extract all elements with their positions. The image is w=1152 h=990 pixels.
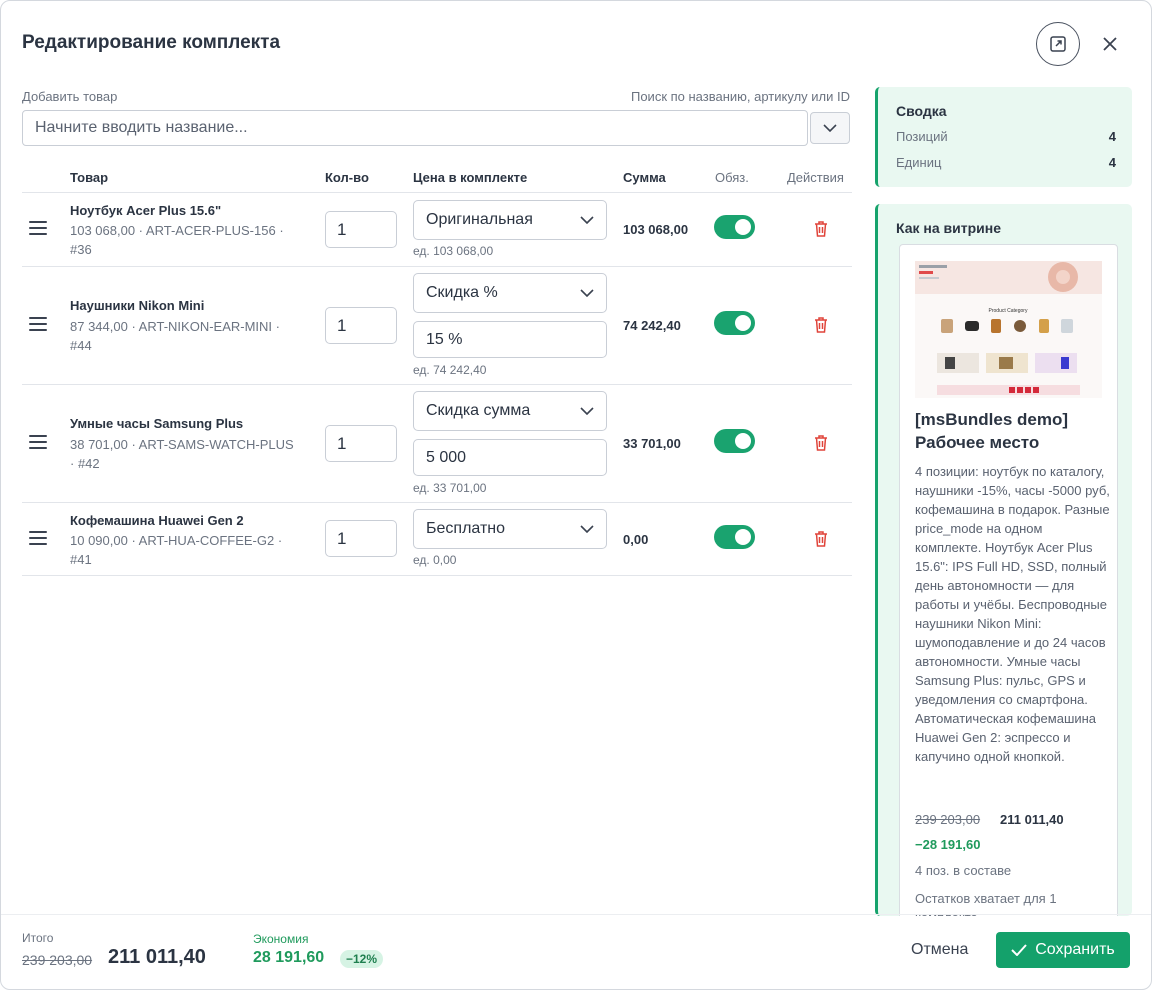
row-sum: 0,00 [623,532,649,547]
close-icon [1103,37,1117,51]
drag-handle-icon[interactable] [29,221,47,235]
product-name: Кофемашина Huawei Gen 2 [70,513,244,528]
close-button[interactable] [1098,32,1122,56]
savings-value: 28 191,60 [253,949,325,966]
total-old-price: 239 203,00 [22,952,93,968]
product-meta: 103 068,00 · ART-ACER-PLUS-156 · #36 [70,223,284,257]
cancel-button[interactable]: Отмена [902,933,977,967]
expand-button[interactable] [1036,22,1080,66]
price-mode-value: Оригинальная [426,211,533,228]
trash-icon[interactable] [813,530,829,548]
col-header-sum: Сумма [623,170,666,185]
quantity-input[interactable]: 1 [325,307,397,344]
required-toggle[interactable] [714,525,755,549]
chevron-down-icon [580,289,594,297]
positions-label: Позиций [896,129,948,144]
required-toggle[interactable] [714,311,755,335]
price-mode-select[interactable]: Бесплатно [413,509,607,549]
preview-new-price: 211 011,40 [1000,812,1064,827]
chevron-down-icon [823,124,837,132]
save-button[interactable]: Сохранить [996,932,1130,968]
quantity-input[interactable]: 1 [325,211,397,248]
product-meta: 38 701,00 · ART-SAMS-WATCH-PLUS · #42 [70,437,294,471]
discount-amount-input[interactable]: 5 000 [413,439,607,476]
preview-product-title: [msBundles demo] Рабочее место [915,410,1069,452]
search-hint: Поиск по названию, артикулу или ID [630,89,850,104]
summary-title: Сводка [896,103,947,119]
preview-description: 4 позиции: ноутбук по каталогу, наушники… [915,464,1110,764]
chevron-down-icon [580,216,594,224]
check-icon [1011,944,1027,956]
col-header-actions: Действия [787,170,844,185]
product-meta: 87 344,00 · ART-NIKON-EAR-MINI · #44 [70,319,280,353]
col-header-price: Цена в комплекте [413,170,528,185]
total-label: Итого [22,931,54,945]
product-name: Ноутбук Acer Plus 15.6" [70,203,222,218]
trash-icon[interactable] [813,220,829,238]
price-mode-value: Скидка сумма [426,402,531,419]
thumbnail-image: Product Category [915,261,1102,395]
savings-label: Экономия [253,932,309,946]
savings-badge: −12% [340,950,384,968]
storefront-preview: Как на витрине Product Category [msBundl… [875,204,1132,916]
chevron-down-icon [580,407,594,415]
search-dropdown-button[interactable] [810,112,850,144]
summary-card: Сводка Позиций 4 Единиц 4 [875,87,1132,187]
positions-value: 4 [1108,129,1116,144]
quantity-input[interactable]: 1 [325,520,397,557]
table-row: Наушники Nikon Mini 87 344,00 · ART-NIKO… [22,267,852,384]
modal-title: Редактирование комплекта [22,32,281,53]
price-mode-select[interactable]: Скидка сумма [413,391,607,431]
table-row: Кофемашина Huawei Gen 2 10 090,00 · ART-… [22,503,852,575]
row-sum: 74 242,40 [623,318,681,333]
edit-bundle-modal: Редактирование комплекта Добавить товар … [0,0,1152,990]
col-header-qty: Кол-во [325,170,369,185]
drag-handle-icon[interactable] [29,531,47,545]
preview-old-price: 239 203,00 [915,812,981,827]
unit-price: ед. 74 242,40 [413,363,487,377]
unit-price: ед. 103 068,00 [413,244,494,258]
quantity-input[interactable]: 1 [325,425,397,462]
units-label: Единиц [896,155,942,170]
save-button-label: Сохранить [1035,941,1115,958]
trash-icon[interactable] [813,316,829,334]
price-mode-select[interactable]: Оригинальная [413,200,607,240]
row-sum: 103 068,00 [623,222,689,237]
discount-percent-input[interactable]: 15 % [413,321,607,358]
product-name: Наушники Nikon Mini [70,298,205,313]
price-mode-value: Бесплатно [426,520,506,537]
price-mode-select[interactable]: Скидка % [413,273,607,313]
required-toggle[interactable] [714,215,755,239]
row-sum: 33 701,00 [623,436,681,451]
col-header-product: Товар [70,170,109,185]
required-toggle[interactable] [714,429,755,453]
preview-savings: −28 191,60 [915,837,981,852]
thumb-heading: Product Category [989,308,1028,314]
expand-icon [1050,36,1066,52]
product-search-input[interactable] [22,110,808,146]
footer-divider [1,914,1151,915]
preview-count: 4 поз. в составе [915,863,1012,878]
add-product-label: Добавить товар [22,89,118,104]
preview-title: Как на витрине [896,220,1001,236]
product-thumbnail: Product Category [915,261,1102,398]
chevron-down-icon [580,525,594,533]
price-mode-value: Скидка % [426,284,498,301]
table-row: Ноутбук Acer Plus 15.6" 103 068,00 · ART… [22,193,852,266]
trash-icon[interactable] [813,434,829,452]
divider [22,575,852,576]
col-header-required: Обяз. [715,170,749,185]
total-new-price: 211 011,40 [108,946,206,968]
drag-handle-icon[interactable] [29,317,47,331]
preview-stock: Остатков хватает для 1 комплекта [915,891,1057,916]
units-value: 4 [1108,155,1116,170]
unit-price: ед. 33 701,00 [413,481,487,495]
unit-price: ед. 0,00 [413,553,457,567]
product-meta: 10 090,00 · ART-HUA-COFFEE-G2 · #41 [70,533,283,567]
drag-handle-icon[interactable] [29,435,47,449]
table-row: Умные часы Samsung Plus 38 701,00 · ART-… [22,385,852,502]
product-card-preview: Product Category [msBundles demo] Рабоче… [899,244,1118,916]
product-name: Умные часы Samsung Plus [70,416,244,431]
